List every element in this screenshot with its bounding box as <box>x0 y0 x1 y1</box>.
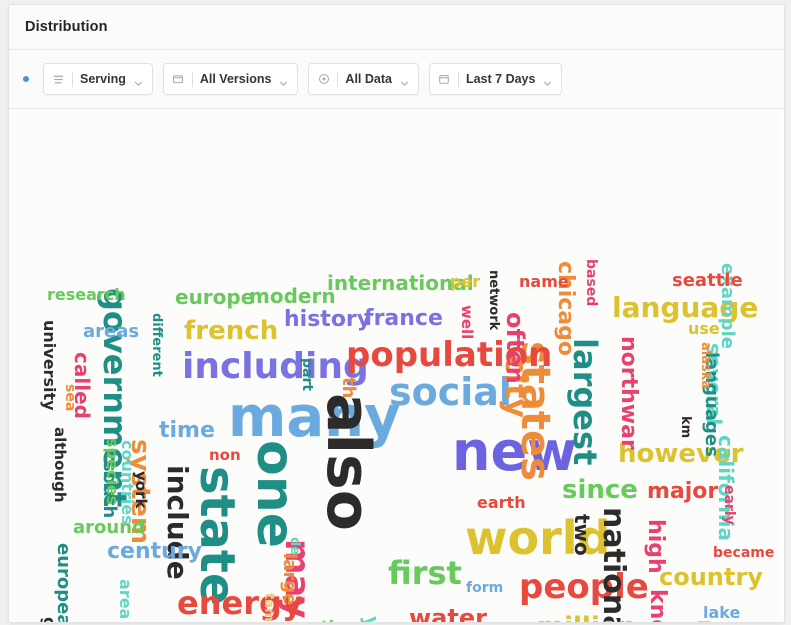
wordcloud-word[interactable]: modern <box>249 286 336 306</box>
filter-chip-last-7-days[interactable]: Last 7 Days <box>428 63 563 95</box>
wordcloud-word[interactable]: two <box>570 514 594 556</box>
wordcloud-word[interactable]: de <box>287 537 302 555</box>
wordcloud-word[interactable]: water <box>409 606 487 622</box>
box-icon <box>172 73 185 86</box>
wordcloud-word[interactable]: large <box>279 553 300 605</box>
wordcloud-word[interactable]: sea <box>62 384 78 411</box>
wordcloud-word[interactable]: known <box>645 589 670 622</box>
filter-chip-all-data[interactable]: All Data <box>308 63 419 95</box>
wordcloud-word[interactable]: km <box>678 416 693 438</box>
wordcloud-word[interactable]: research <box>47 287 126 303</box>
wordcloud-word[interactable]: area <box>116 579 135 619</box>
wordcloud-word[interactable]: one <box>245 440 305 548</box>
chevron-down-icon[interactable] <box>279 75 288 86</box>
wordcloud-word[interactable]: often <box>501 312 529 384</box>
page-title: Distribution <box>25 19 108 35</box>
wordcloud-word[interactable]: france <box>364 308 443 330</box>
wordcloud-container: many also new one state world social states incl… <box>9 109 784 622</box>
wordcloud-word[interactable]: species <box>103 438 122 505</box>
wordcloud-word[interactable]: alaska <box>698 342 713 389</box>
status-dot-icon <box>23 76 29 82</box>
wordcloud-word[interactable]: th <box>338 377 359 398</box>
wordcloud-word[interactable]: also <box>313 393 383 531</box>
wordcloud-word[interactable]: university <box>40 320 59 411</box>
chip-divider <box>191 71 193 87</box>
filter-chip-label: All Versions <box>199 72 272 86</box>
wordcloud-word[interactable]: seattle <box>672 272 743 290</box>
wordcloud-word[interactable]: time <box>159 420 215 442</box>
wordcloud-word[interactable]: since <box>562 477 638 503</box>
chip-divider <box>72 71 73 87</box>
wordcloud-word[interactable]: york <box>132 471 150 508</box>
wordcloud-word[interactable]: tampa <box>261 593 276 622</box>
wordcloud-word[interactable]: history <box>284 309 371 331</box>
wordcloud-word[interactable]: europe <box>175 287 254 307</box>
wordcloud-word[interactable]: areas <box>83 323 139 341</box>
wordcloud-word[interactable]: largest <box>566 338 604 465</box>
wordcloud-word[interactable]: million <box>537 614 636 622</box>
wordcloud-word[interactable]: northwar <box>616 336 641 450</box>
wordcloud-word[interactable]: became <box>713 546 774 560</box>
wordcloud-word[interactable]: earth <box>477 495 526 511</box>
chevron-down-icon[interactable] <box>400 75 409 86</box>
wordcloud-word[interactable]: year <box>481 618 531 622</box>
filter-toolbar: Serving All Versions All Data Last 7 Days <box>9 50 784 109</box>
wordcloud-word[interactable]: network <box>486 270 501 330</box>
chevron-down-icon[interactable] <box>134 75 143 86</box>
filter-chip-label: Last 7 Days <box>465 72 536 86</box>
calendar-icon <box>438 73 451 86</box>
chevron-down-icon[interactable] <box>543 75 552 86</box>
app-root: Distribution Serving All Versions All Data… <box>0 0 791 625</box>
wordcloud-word[interactable]: form <box>466 581 503 595</box>
chip-divider <box>337 71 339 87</box>
filter-chip-serving[interactable]: Serving <box>43 63 153 95</box>
wordcloud-word[interactable]: general <box>40 617 59 622</box>
wordcloud-word[interactable]: lake <box>703 605 740 621</box>
chip-divider <box>457 71 459 87</box>
wordcloud-word[interactable]: major <box>647 481 718 503</box>
filter-chip-label: All Data <box>345 72 392 86</box>
wordcloud-word[interactable]: non <box>209 448 241 463</box>
lines-filter-icon <box>52 73 65 86</box>
wordcloud-word[interactable]: well <box>458 305 476 339</box>
wordcloud-word[interactable]: century <box>107 541 202 563</box>
wordcloud-word[interactable]: high <box>643 519 668 574</box>
panel-header: Distribution <box>9 5 784 50</box>
wordcloud-word[interactable]: name <box>519 274 569 290</box>
wordcloud-word[interactable]: first <box>388 557 462 589</box>
distribution-panel: Distribution Serving All Versions All Data… <box>8 4 785 623</box>
wordcloud[interactable]: many also new one state world social states incl… <box>9 109 782 622</box>
wordcloud-word[interactable]: country <box>659 565 763 589</box>
wordcloud-word[interactable]: social <box>389 373 512 411</box>
filter-chip-label: Serving <box>80 72 126 86</box>
wordcloud-word[interactable]: early <box>721 485 737 525</box>
wordcloud-word[interactable]: three <box>321 619 370 623</box>
wordcloud-word[interactable]: different <box>149 313 164 377</box>
circle-dot-icon <box>317 73 330 86</box>
wordcloud-word[interactable]: although <box>51 427 69 503</box>
filter-chip-all-versions[interactable]: All Versions <box>162 63 299 95</box>
filter-chip-group: Serving All Versions All Data Last 7 Days <box>43 63 563 95</box>
wordcloud-word[interactable]: based <box>583 259 599 306</box>
wordcloud-word[interactable]: french <box>184 318 278 344</box>
wordcloud-word[interactable]: per <box>450 274 480 290</box>
wordcloud-word[interactable]: use <box>688 321 720 337</box>
wordcloud-word[interactable]: national <box>596 507 631 622</box>
wordcloud-word[interactable]: european <box>53 543 74 622</box>
wordcloud-word[interactable]: part <box>299 358 315 391</box>
